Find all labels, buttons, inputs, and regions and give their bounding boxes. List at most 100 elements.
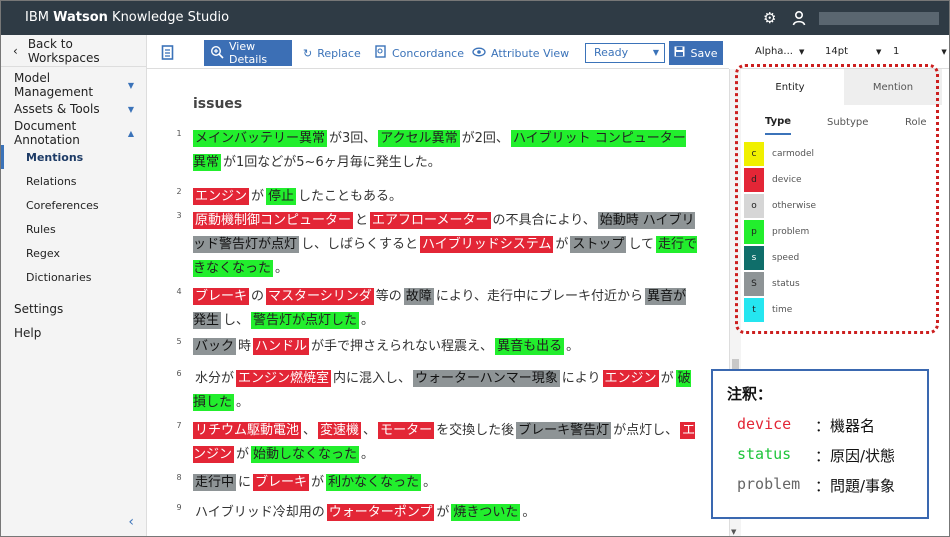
annotation-mention[interactable]: 始動時 [597, 212, 641, 229]
sidebar-item-document-annotation[interactable]: Document Annotation ▲ [1, 119, 147, 147]
note-value: ：機器名 [815, 417, 876, 435]
user-icon[interactable] [791, 10, 807, 26]
number-value: 1 [893, 46, 900, 57]
note-key: device [737, 415, 792, 433]
plain-text: が1回などが5~6ヶ月毎に発生した。 [223, 155, 441, 170]
plain-text: ハイブリッド冷却用の [195, 505, 325, 520]
plain-text: 、 [363, 423, 377, 438]
tab-mention[interactable]: Mention [844, 69, 942, 105]
annotation-mention[interactable]: バック [193, 338, 237, 355]
plain-text: が [236, 447, 250, 462]
annotation-mention[interactable]: エンジン [602, 370, 659, 387]
font-size-select[interactable]: 14pt ▼ [825, 46, 881, 57]
annotation-mention[interactable]: エンジン [193, 188, 250, 205]
annotation-mention[interactable]: ブレーキ [253, 474, 310, 491]
sidebar-item-assets-tools[interactable]: Assets & Tools ▼ [1, 97, 147, 121]
chevron-down-icon: ▼ [127, 104, 134, 114]
annotation-mention[interactable]: メインバッテリー異常 [193, 130, 328, 147]
paragraph-text: メインバッテリー異常 が3回、 アクセル異常 が2回、 ハイブリット コンピューター異常… [193, 127, 698, 175]
chevron-left-icon: ‹ [13, 43, 18, 58]
plain-text: と [355, 213, 369, 228]
plain-text: 。 [423, 475, 437, 490]
sidebar-item-model-management[interactable]: Model Management ▼ [1, 71, 147, 99]
entity-type-list: c carmodel d device o otherwise p problem s speed… [741, 141, 937, 323]
sidebar-item-mentions[interactable]: Mentions [1, 145, 147, 169]
sidebar-item-label: Model Management [14, 71, 94, 99]
annotation-mention[interactable]: ストップ [570, 236, 627, 253]
annotation-mention[interactable]: エンジン燃焼室 [236, 370, 332, 387]
annotation-mention[interactable]: リチウム駆動電池 [193, 422, 302, 439]
annotation-mention[interactable]: アクセル異常 [378, 130, 460, 147]
annotation-mention[interactable]: 走行中 [193, 474, 237, 491]
number-select[interactable]: 1 ▼ [893, 46, 947, 57]
annotation-mention[interactable]: ブレーキ [193, 288, 250, 305]
status-select[interactable]: Ready ▼ [585, 43, 665, 63]
sidebar-item-dictionaries[interactable]: Dictionaries [1, 265, 147, 289]
tab-entity[interactable]: Entity [741, 69, 839, 105]
back-to-workspaces-link[interactable]: ‹ Back to Workspaces [1, 35, 147, 67]
annotation-mention[interactable]: 利かなくなった [326, 474, 422, 491]
annotation-mention[interactable]: ブレーキ警告灯 [516, 422, 612, 439]
replace-icon: ↻ [303, 46, 313, 60]
tab-subtype[interactable]: Subtype [827, 109, 868, 135]
plain-text: が [555, 237, 569, 252]
annotation-mention[interactable]: ハイブリッドシステム [420, 236, 554, 253]
annotation-mention[interactable]: ハンドル [253, 338, 310, 355]
entity-type-otherwise[interactable]: o otherwise [741, 193, 937, 219]
attribute-view-button[interactable]: Attribute View [472, 41, 569, 65]
scroll-down-icon[interactable]: ▼ [731, 528, 736, 536]
sidebar-item-help[interactable]: Help [1, 321, 147, 345]
gear-icon[interactable]: ⚙ [763, 10, 779, 26]
annotation-mention[interactable]: 故障 [403, 288, 434, 305]
document-icon[interactable] [161, 41, 175, 65]
plain-text: により、走行中にブレーキ付近から [435, 289, 644, 304]
entity-type-problem[interactable]: p problem [741, 219, 937, 245]
sidebar-item-label: Assets & Tools [14, 102, 100, 116]
app-brand: IBM Watson Knowledge Studio [25, 10, 229, 25]
entity-type-time[interactable]: t time [741, 297, 937, 323]
annotation-mention[interactable]: ウォーターハンマー現象 [413, 370, 560, 387]
save-button[interactable]: Save [669, 41, 723, 65]
sidebar-item-regex[interactable]: Regex [1, 241, 147, 265]
annotation-mention[interactable]: 変速機 [318, 422, 362, 439]
collapse-sidebar-icon[interactable]: ‹ [128, 514, 134, 530]
sort-select[interactable]: Alpha... ▼ [755, 46, 804, 57]
sidebar-item-relations[interactable]: Relations [1, 169, 147, 193]
annotation-mention[interactable]: エアフローメーター [370, 212, 491, 229]
top-icons: ⚙ [763, 10, 939, 26]
plain-text: が点灯し、 [613, 423, 679, 438]
entity-type-key: S [744, 272, 764, 296]
plain-text: 。 [361, 447, 375, 462]
tab-type[interactable]: Type [765, 109, 792, 135]
paragraph-number: 6 [176, 369, 182, 378]
chevron-down-icon: ▼ [798, 47, 805, 56]
entity-type-name: device [772, 175, 802, 185]
entity-type-carmodel[interactable]: c carmodel [741, 141, 937, 167]
annotation-mention[interactable]: 警告灯が点灯した [251, 312, 360, 329]
sidebar-item-settings[interactable]: Settings [1, 297, 147, 321]
annotation-mention[interactable]: 停止 [266, 188, 297, 205]
annotation-mention[interactable]: 焼きついた [451, 504, 521, 521]
sidebar-item-coreferences[interactable]: Coreferences [1, 193, 147, 217]
entity-type-device[interactable]: d device [741, 167, 937, 193]
annotation-mention[interactable]: モーター [378, 422, 435, 439]
entity-type-speed[interactable]: s speed [741, 245, 937, 271]
annotation-mention[interactable]: 原動機制御コンピューター [193, 212, 354, 229]
annotation-mention[interactable]: 始動しなくなった [251, 446, 360, 463]
entity-type-key: t [744, 298, 764, 322]
view-details-button[interactable]: View Details [204, 40, 292, 66]
paragraph-text: ハイブリッド冷却用の ウォーターポンプが焼きついた。 [193, 501, 698, 525]
brand-suffix: Knowledge Studio [107, 10, 230, 25]
note-title: 注釈： [727, 385, 773, 403]
concordance-button[interactable]: Concordance [375, 41, 464, 65]
entity-type-name: time [772, 305, 793, 315]
entity-type-status[interactable]: Sstatus [741, 271, 937, 297]
annotation-mention[interactable]: ウォーターポンプ [326, 504, 435, 521]
sidebar-item-label: Help [14, 326, 42, 340]
annotation-mention[interactable]: マスターシリンダ [266, 288, 374, 305]
tab-role[interactable]: Role [905, 109, 927, 135]
replace-button[interactable]: ↻ Replace [303, 41, 361, 65]
sidebar-item-rules[interactable]: Rules [1, 217, 147, 241]
note-key: status [737, 445, 792, 463]
annotation-mention[interactable]: 異音も出る [495, 338, 565, 355]
